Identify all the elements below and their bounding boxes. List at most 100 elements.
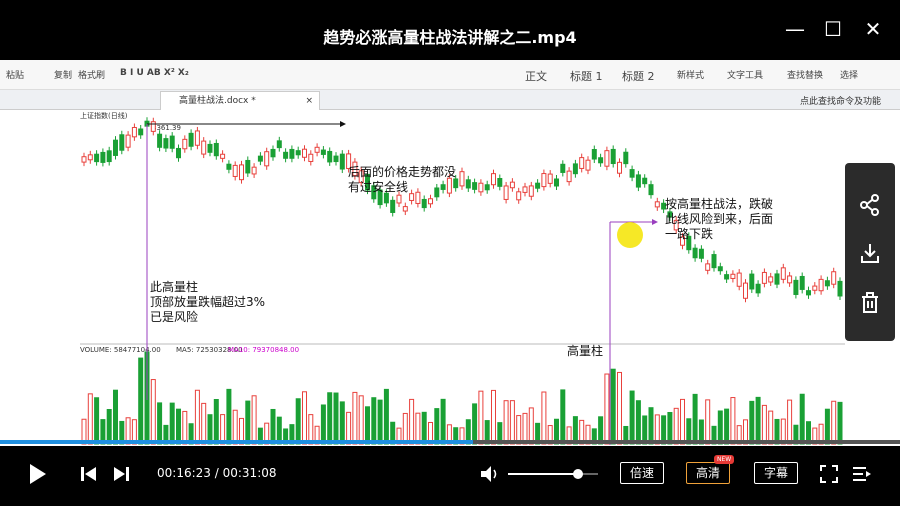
volume-bar [509,400,515,445]
candle [327,150,333,163]
annotation-3-line2: 此线风险到来，后面 [665,212,774,226]
candle [308,153,314,162]
candle [302,148,307,158]
candle [831,271,837,285]
share-button[interactable] [845,185,895,225]
candle [150,121,156,132]
minimize-button[interactable]: — [780,14,810,44]
volume-bar [692,393,698,445]
volume-bar [352,391,358,445]
volume-icon[interactable] [480,465,500,483]
candle [736,272,742,287]
paste-label: 粘贴 [6,71,25,81]
candle [528,185,534,197]
candle [100,151,106,163]
next-icon[interactable] [112,466,130,482]
candle [598,157,604,164]
candle [698,248,704,259]
volume-bar [604,373,610,445]
previous-icon[interactable] [80,466,98,482]
close-button[interactable]: ✕ [858,14,888,44]
volume-bar [724,408,730,445]
candle [591,149,597,160]
candle [541,173,547,188]
video-frame[interactable]: 粘贴 复制 格式刷 B I U AB X² X₂ 正文 标题 1 标题 2 新样… [0,60,900,446]
candle [251,166,257,175]
fullscreen-icon[interactable] [820,465,838,483]
candle [94,153,100,163]
candle [484,184,490,191]
candle [743,282,748,299]
volume-bar [730,397,736,445]
volume-bar [113,389,118,445]
candle [157,133,163,148]
quality-label: 高清 [695,466,720,480]
annotation-2-line1: 此高量柱 [150,280,199,294]
volume-bar [302,391,307,445]
format-painter-label: 格式刷 [78,71,106,81]
annotation-1-line2: 有过安全线 [348,180,409,194]
volume-bar [295,398,301,445]
annotation-1: 后面的价格走势都没 有过安全线 [348,165,456,195]
candle [106,150,112,163]
candle [232,164,238,177]
candle [138,128,144,136]
candle [824,280,830,287]
tab-close-icon: × [305,96,313,106]
candle [818,278,824,292]
candlestick-chart: 上证指数(日线) 3361.39 VOLUME: 58477104.00 MA5… [80,110,845,446]
candle [799,275,805,290]
video-title: 趋势必涨高量柱战法讲解之二.mp4 [323,28,577,47]
candle [169,135,175,149]
annotation-2-line2: 顶部放量跌幅超过3% [150,295,266,309]
candle [119,134,125,151]
candle [761,271,767,284]
document-tab: 高量柱战法.docx * × [160,91,320,110]
candle [295,150,301,156]
volume-bar [358,395,364,445]
quality-button[interactable]: 高清 [686,462,730,484]
candle [176,147,181,159]
candle [87,154,93,161]
candle [610,148,616,165]
annotation-3-line3: 一路下跌 [665,227,714,241]
volume-knob[interactable] [573,469,584,479]
candle [812,285,818,291]
speed-button[interactable]: 倍速 [620,462,664,484]
style-heading2: 标题 2 [622,70,655,83]
candle [509,181,515,189]
candle [648,184,654,196]
play-icon[interactable] [28,463,48,485]
index-name: 上证指数(日线) [80,111,128,120]
candle [503,185,509,200]
volume-bar [365,406,370,445]
volume-bar [213,399,219,445]
volume-bar [472,403,478,445]
progress-bar[interactable] [0,440,900,444]
subtitle-button[interactable]: 字幕 [754,462,798,484]
volume-slider[interactable] [508,469,598,479]
candle [654,201,660,208]
candle [428,198,433,205]
candle [113,139,118,156]
candle [182,138,188,150]
playlist-icon[interactable] [852,465,872,483]
volume-bar [94,397,100,445]
command-search-label: 点此查找命令及功能 [800,97,882,107]
volume-bar [383,388,389,445]
candle [459,171,465,187]
candle [188,132,194,147]
candle [245,159,251,174]
candle [125,134,131,148]
annotation-1-line1: 后面的价格走势都没 [348,165,457,179]
delete-button[interactable] [845,283,895,323]
maximize-button[interactable]: ☐ [818,14,848,44]
candle [793,279,799,295]
volume-bar [831,400,837,445]
candle [207,143,213,153]
download-icon [861,244,879,263]
volume-bar [339,401,345,445]
new-badge: NEW [714,455,735,464]
download-button[interactable] [845,233,895,273]
candle [730,273,736,279]
